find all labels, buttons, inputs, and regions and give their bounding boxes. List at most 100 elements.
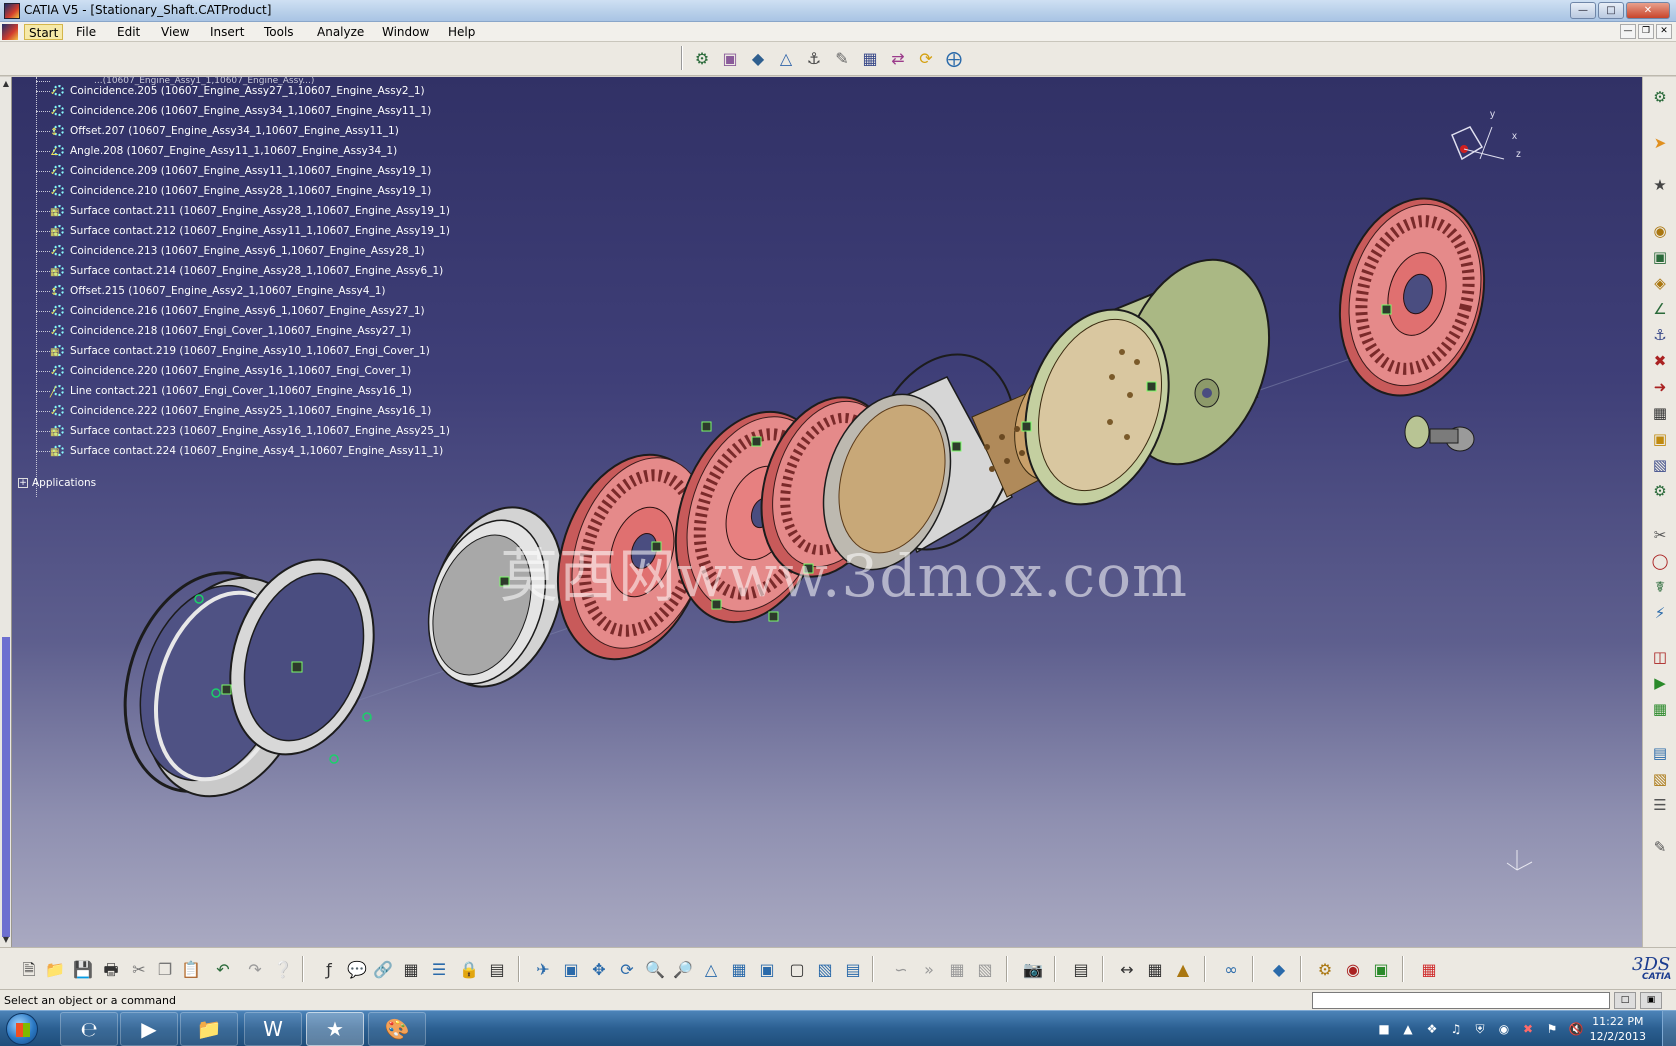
tray-disc-icon[interactable]: ◉ bbox=[1496, 1021, 1512, 1037]
iso-view-icon[interactable]: ▣ bbox=[756, 959, 778, 981]
scroll-up-arrow-icon[interactable]: ▲ bbox=[1, 79, 11, 89]
cut-icon[interactable]: ✂ bbox=[128, 959, 150, 981]
hide-show-icon[interactable]: ▧ bbox=[814, 959, 836, 981]
knowledge-icon[interactable]: ∞ bbox=[1220, 959, 1242, 981]
existing-component-icon[interactable]: △ bbox=[776, 49, 796, 69]
table-icon[interactable]: ▦ bbox=[400, 959, 422, 981]
flexible-subassembly-icon[interactable]: ▦ bbox=[1650, 403, 1670, 423]
reorder-icon[interactable]: ⇄ bbox=[888, 49, 908, 69]
zoom-out-icon[interactable]: 🔎 bbox=[672, 959, 694, 981]
compass-widget[interactable]: y x z bbox=[1451, 109, 1521, 161]
publication-icon[interactable]: ✎ bbox=[1650, 837, 1670, 857]
clash-icon[interactable]: ⚡ bbox=[1650, 603, 1670, 623]
constraint-offset-icon[interactable]: ◈ bbox=[1650, 273, 1670, 293]
catia-taskbar-button[interactable]: ★ bbox=[306, 1012, 364, 1046]
new-product-icon[interactable]: ▣ bbox=[720, 49, 740, 69]
analysis-icon[interactable]: ⚙ bbox=[1314, 959, 1336, 981]
doc-close-button[interactable]: ✕ bbox=[1656, 24, 1672, 39]
tree-row[interactable]: ✓ Coincidence.205 (10607_Engine_Assy27_1,… bbox=[36, 81, 425, 101]
select-arrow-icon[interactable]: ➤ bbox=[1650, 133, 1670, 153]
tree-row[interactable]: ✓ Coincidence.213 (10607_Engine_Assy6_1,1… bbox=[36, 241, 425, 261]
paint-taskbar-button[interactable]: 🎨 bbox=[368, 1012, 426, 1046]
open-folder-icon[interactable]: 📁 bbox=[44, 959, 66, 981]
tree-row[interactable]: ↕ Offset.207 (10607_Engine_Assy34_1,10607… bbox=[36, 121, 399, 141]
menu-help[interactable]: Help bbox=[444, 24, 479, 40]
update-icon[interactable]: ⟳ bbox=[916, 49, 936, 69]
close-button[interactable]: ✕ bbox=[1626, 2, 1670, 19]
explorer-taskbar-button[interactable]: 📁 bbox=[180, 1012, 238, 1046]
assembly-workbench-icon[interactable]: ⚙ bbox=[1650, 87, 1670, 107]
scroll-thumb[interactable] bbox=[2, 637, 10, 937]
tray-flag-icon[interactable]: ⚑ bbox=[1544, 1021, 1560, 1037]
tree-expand-icon[interactable]: ☰ bbox=[428, 959, 450, 981]
bill-of-material-icon[interactable]: ☰ bbox=[1650, 795, 1670, 815]
rotate-constraint-icon[interactable]: » bbox=[918, 959, 940, 981]
formula-icon[interactable]: ƒ bbox=[318, 959, 340, 981]
fix-constraint-icon[interactable]: ⚓ bbox=[1650, 325, 1670, 345]
catalog-icon[interactable]: ▤ bbox=[1070, 959, 1092, 981]
tray-error-icon[interactable]: ✖ bbox=[1520, 1021, 1536, 1037]
constraint-coincidence-icon[interactable]: ◉ bbox=[1650, 221, 1670, 241]
rotate-icon[interactable]: ⟳ bbox=[616, 959, 638, 981]
tree-row[interactable]: ✓ Coincidence.206 (10607_Engine_Assy34_1,… bbox=[36, 101, 431, 121]
tray-folder-icon[interactable]: ■ bbox=[1376, 1021, 1392, 1037]
check-icon[interactable]: ◉ bbox=[1342, 959, 1364, 981]
generate-numbering-icon[interactable]: ▧ bbox=[1650, 769, 1670, 789]
tree-row[interactable]: ▦ Surface contact.219 (10607_Engine_Assy1… bbox=[36, 341, 430, 361]
menu-file[interactable]: File bbox=[72, 24, 100, 40]
tree-row[interactable]: ∠ Angle.208 (10607_Engine_Assy11_1,10607_… bbox=[36, 141, 397, 161]
explode-icon[interactable]: ▦ bbox=[860, 49, 880, 69]
tree-row[interactable]: ✓ Coincidence.218 (10607_Engi_Cover_1,106… bbox=[36, 321, 411, 341]
undo-icon[interactable]: ↶ bbox=[212, 959, 234, 981]
maximize-button[interactable]: □ bbox=[1598, 2, 1624, 19]
save-icon[interactable]: 💾 bbox=[72, 959, 94, 981]
menu-tools[interactable]: Tools bbox=[260, 24, 298, 40]
menu-view[interactable]: View bbox=[157, 24, 193, 40]
reuse-pattern-icon[interactable]: ▧ bbox=[1650, 455, 1670, 475]
grid-icon[interactable]: ▦ bbox=[1418, 959, 1440, 981]
tree-row[interactable]: ▦ Surface contact.224 (10607_Engine_Assy4… bbox=[36, 441, 443, 461]
change-constraint-icon[interactable]: ▣ bbox=[1650, 429, 1670, 449]
tray-speaker-icon[interactable]: ♫ bbox=[1448, 1021, 1464, 1037]
turbine-disc-4[interactable] bbox=[1320, 183, 1504, 411]
copy-icon[interactable]: ❐ bbox=[154, 959, 176, 981]
update-all-icon[interactable]: ⚙ bbox=[1650, 481, 1670, 501]
print-icon[interactable]: 🖶 bbox=[100, 959, 122, 981]
media-player-taskbar-button[interactable]: ▶ bbox=[120, 1012, 178, 1046]
pan-icon[interactable]: ✥ bbox=[588, 959, 610, 981]
menu-insert[interactable]: Insert bbox=[206, 24, 248, 40]
tree-applications-node[interactable]: + Applications bbox=[18, 473, 96, 493]
swap-visible-space-icon[interactable]: ▤ bbox=[842, 959, 864, 981]
fix-together-icon[interactable]: ✖ bbox=[1650, 351, 1670, 371]
windows-start-button[interactable] bbox=[6, 1013, 38, 1045]
tray-network-icon[interactable]: ▲ bbox=[1400, 1021, 1416, 1037]
quick-constraint-icon[interactable]: ➜ bbox=[1650, 377, 1670, 397]
redo-icon[interactable]: ↷ bbox=[244, 959, 266, 981]
paste-icon[interactable]: 📋 bbox=[180, 959, 202, 981]
fly-mode-icon[interactable]: ✈ bbox=[532, 959, 554, 981]
doc-minimize-button[interactable]: — bbox=[1620, 24, 1636, 39]
catalog-browser-icon[interactable]: ▤ bbox=[1650, 743, 1670, 763]
show-desktop-button[interactable] bbox=[1662, 1011, 1676, 1046]
menu-window[interactable]: Window bbox=[378, 24, 433, 40]
catia-app-icon[interactable] bbox=[4, 3, 20, 19]
smart-move-icon[interactable]: ▧ bbox=[974, 959, 996, 981]
specification-tree[interactable]: ...(10607_Engine_Assy1_1,10607_Engine_As… bbox=[12, 76, 472, 537]
doc-restore-button[interactable]: ❐ bbox=[1638, 24, 1654, 39]
tray-volume-muted-icon[interactable]: 🔇 bbox=[1568, 1021, 1584, 1037]
shading-icon[interactable]: ▢ bbox=[786, 959, 808, 981]
tree-row[interactable]: ▦ Surface contact.212 (10607_Engine_Assy1… bbox=[36, 221, 450, 241]
scene-icon[interactable]: ▤ bbox=[486, 959, 508, 981]
menu-analyze[interactable]: Analyze bbox=[313, 24, 368, 40]
new-component-icon[interactable]: ⚙ bbox=[692, 49, 712, 69]
bearing-assembly[interactable] bbox=[1404, 415, 1475, 452]
new-file-icon[interactable]: 🗎 bbox=[18, 959, 40, 981]
multi-view-icon[interactable]: ▦ bbox=[728, 959, 750, 981]
eraser-icon[interactable]: ◆ bbox=[1268, 959, 1290, 981]
sectioning-icon[interactable]: ◫ bbox=[1650, 647, 1670, 667]
space-analysis-icon[interactable]: ★ bbox=[1650, 175, 1670, 195]
minimize-button[interactable]: — bbox=[1570, 2, 1596, 19]
tree-row[interactable]: ✓ Coincidence.222 (10607_Engine_Assy25_1,… bbox=[36, 401, 431, 421]
command-input[interactable] bbox=[1312, 992, 1610, 1009]
multi-instantiation-icon[interactable]: ⨁ bbox=[944, 49, 964, 69]
